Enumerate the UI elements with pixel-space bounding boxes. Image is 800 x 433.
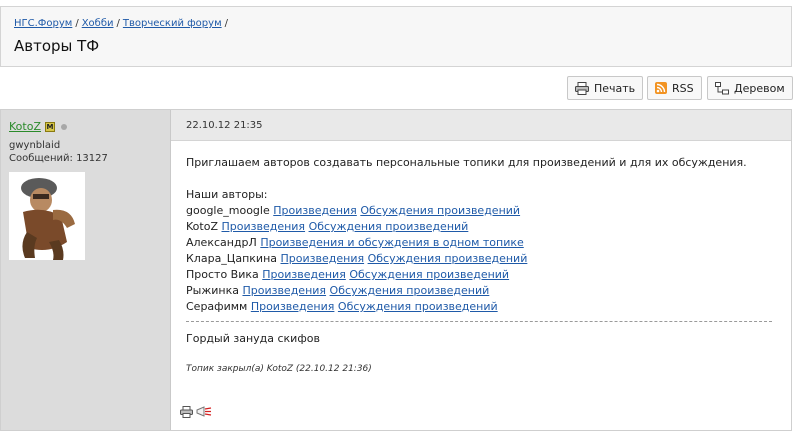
topic-closed-note: Топик закрыл(а) KotoZ (22.10.12 21:36) (186, 364, 372, 374)
works-link[interactable]: Произведения (251, 300, 335, 313)
author-list-item: Рыжинка Произведения Обсуждения произвед… (186, 283, 747, 299)
moderator-badge-icon: М (44, 121, 55, 132)
works-link[interactable]: Произведения (273, 204, 357, 217)
page-header: НГС.Форум / Хобби / Творческий форум / Авторы… (0, 6, 792, 67)
works-and-discussions-link[interactable]: Произведения и обсуждения в одном топике (260, 236, 523, 249)
author-name-link[interactable]: KotoZ (9, 120, 41, 133)
breadcrumb: НГС.Форум / Хобби / Творческий форум / (14, 18, 231, 29)
author-list-name: Клара_Цапкина (186, 252, 278, 265)
signature-divider (186, 321, 772, 322)
post-intro: Приглашаем авторов создавать персональны… (186, 156, 747, 169)
breadcrumb-link-hobby[interactable]: Хобби (82, 18, 114, 29)
discussions-link[interactable]: Обсуждения произведений (349, 268, 509, 281)
author-list-item: Просто Вика Произведения Обсуждения прои… (186, 267, 747, 283)
avatar (9, 172, 85, 260)
author-list-item: Серафимм Произведения Обсуждения произве… (186, 299, 747, 315)
print-button-label: Печать (594, 81, 636, 95)
page-title: Авторы ТФ (14, 37, 100, 55)
message-count-value: 13127 (76, 153, 108, 164)
discussions-link[interactable]: Обсуждения произведений (368, 252, 528, 265)
works-link[interactable]: Произведения (281, 252, 365, 265)
authors-heading: Наши авторы: (186, 188, 268, 201)
rss-button[interactable]: RSS (647, 76, 702, 100)
author-list-name: Серафимм (186, 300, 248, 313)
post-content-panel: 22.10.12 21:35 Приглашаем авторов создав… (171, 110, 791, 430)
works-link[interactable]: Произведения (262, 268, 346, 281)
rss-icon (655, 82, 667, 94)
printer-icon (575, 81, 589, 95)
author-list-name: google_moogle (186, 204, 270, 217)
user-signature: Гордый зануда скифов (186, 332, 320, 345)
discussions-link[interactable]: Обсуждения произведений (360, 204, 520, 217)
breadcrumb-separator: / (116, 18, 120, 29)
works-link[interactable]: Произведения (221, 220, 305, 233)
message-count: Сообщений: 13127 (9, 153, 108, 164)
author-list-item: АлександрЛ Произведения и обсуждения в о… (186, 235, 747, 251)
message-count-label: Сообщений: (9, 153, 73, 164)
works-link[interactable]: Произведения (242, 284, 326, 297)
discussions-link[interactable]: Обсуждения произведений (330, 284, 490, 297)
tree-icon (715, 81, 729, 95)
forum-post: KotoZ М gwynblaid Сообщений: 13127 22.10… (0, 109, 792, 431)
print-button[interactable]: Печать (567, 76, 644, 100)
rss-button-label: RSS (672, 81, 694, 95)
author-row: KotoZ М (9, 120, 67, 133)
post-date-bar: 22.10.12 21:35 (171, 110, 791, 141)
author-list-item: Клара_Цапкина Произведения Обсуждения пр… (186, 251, 747, 267)
post-body: Приглашаем авторов создавать персональны… (186, 155, 747, 315)
complaint-icon[interactable] (196, 403, 212, 422)
post-date: 22.10.12 21:35 (186, 120, 263, 131)
discussions-link[interactable]: Обсуждения произведений (338, 300, 498, 313)
author-list-item: KotoZ Произведения Обсуждения произведен… (186, 219, 747, 235)
author-list-name: KotoZ (186, 220, 218, 233)
user-title: gwynblaid (9, 140, 61, 151)
post-author-panel: KotoZ М gwynblaid Сообщений: 13127 (1, 110, 171, 430)
offline-status-icon (60, 123, 67, 130)
author-list-name: АлександрЛ (186, 236, 257, 249)
author-list-name: Рыжинка (186, 284, 239, 297)
breadcrumb-link-creative[interactable]: Творческий форум (123, 18, 222, 29)
printer-icon[interactable] (180, 403, 193, 422)
breadcrumb-separator: / (224, 18, 228, 29)
post-actions (180, 403, 212, 422)
breadcrumb-link-forum[interactable]: НГС.Форум (14, 18, 72, 29)
tree-view-button[interactable]: Деревом (707, 76, 793, 100)
author-list-name: Просто Вика (186, 268, 259, 281)
tree-view-button-label: Деревом (734, 81, 785, 95)
discussions-link[interactable]: Обсуждения произведений (309, 220, 469, 233)
breadcrumb-separator: / (75, 18, 79, 29)
author-list-item: google_moogle Произведения Обсуждения пр… (186, 203, 747, 219)
